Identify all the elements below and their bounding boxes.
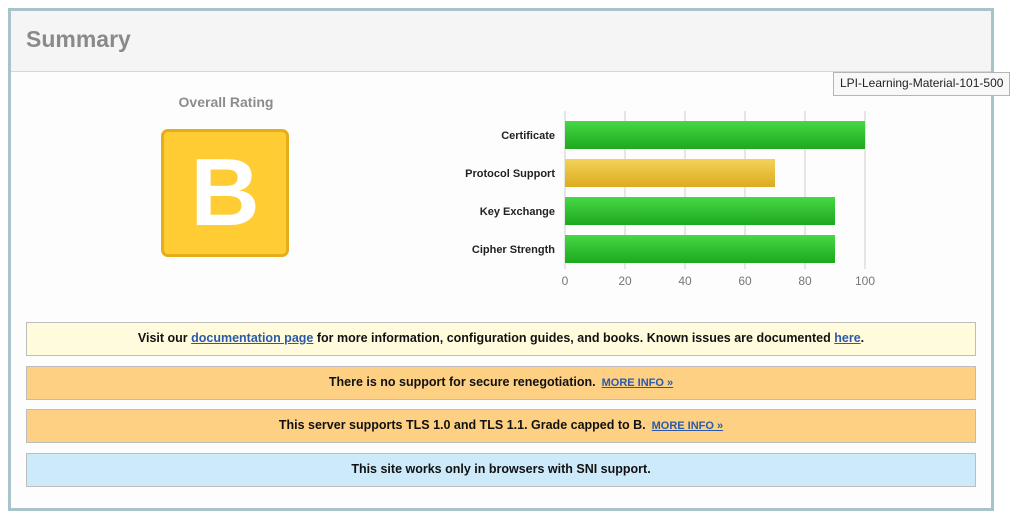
- sni-text: This site works only in browsers with SN…: [351, 462, 651, 476]
- renegotiation-warning: There is no support for secure renegotia…: [26, 366, 976, 400]
- bar-cipher-strength: [565, 235, 835, 263]
- renegotiation-text: There is no support for secure renegotia…: [328, 375, 596, 389]
- x-tick-label: 40: [678, 274, 692, 288]
- category-label: Cipher Strength: [472, 244, 555, 256]
- category-label: Protocol Support: [465, 168, 555, 180]
- bar-key-exchange: [565, 197, 835, 225]
- known-issues-link[interactable]: here: [834, 331, 860, 345]
- x-tick-label: 80: [798, 274, 812, 288]
- category-label: Key Exchange: [480, 206, 555, 218]
- doc-notice-suffix: .: [860, 331, 865, 345]
- documentation-page-link[interactable]: documentation page: [191, 331, 313, 345]
- sni-notice: This site works only in browsers with SN…: [26, 453, 976, 487]
- tls-text: This server supports TLS 1.0 and TLS 1.1…: [278, 418, 646, 432]
- doc-notice-middle: for more information, configuration guid…: [313, 331, 835, 345]
- x-tick-label: 20: [618, 274, 632, 288]
- bar-certificate: [565, 121, 865, 149]
- rating-chart: Certificate Protocol Support Key Exchange C…: [465, 111, 875, 288]
- category-label: Certificate: [501, 130, 555, 142]
- x-tick-label: 100: [855, 274, 875, 288]
- x-tick-label: 60: [738, 274, 752, 288]
- tls-more-info-link[interactable]: MORE INFO »: [652, 420, 724, 432]
- tls-warning: This server supports TLS 1.0 and TLS 1.1…: [26, 409, 976, 443]
- doc-notice-prefix: Visit our: [137, 331, 192, 345]
- x-tick-label: 0: [562, 274, 569, 288]
- renegotiation-more-info-link[interactable]: MORE INFO »: [602, 377, 674, 389]
- bar-protocol-support: [565, 159, 775, 187]
- tooltip: LPI-Learning-Material-101-500: [833, 72, 1011, 96]
- documentation-notice: Visit our documentation page for more in…: [26, 322, 976, 356]
